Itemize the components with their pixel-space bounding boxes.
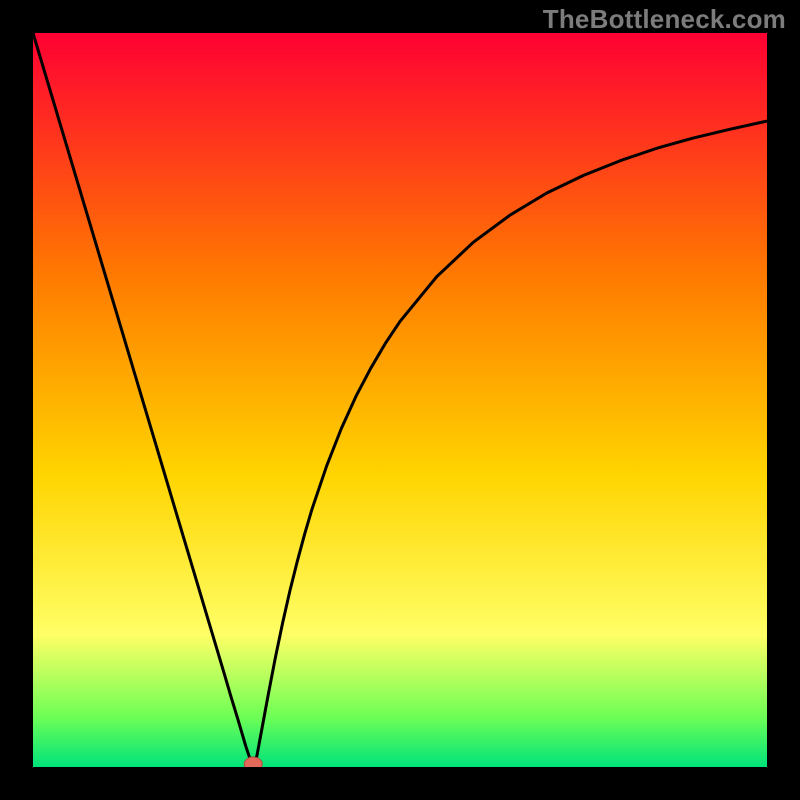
plot-svg [33, 33, 767, 767]
plot-area [33, 33, 767, 767]
watermark-text: TheBottleneck.com [543, 4, 786, 35]
chart-frame: TheBottleneck.com [0, 0, 800, 800]
minimum-marker [244, 757, 262, 767]
